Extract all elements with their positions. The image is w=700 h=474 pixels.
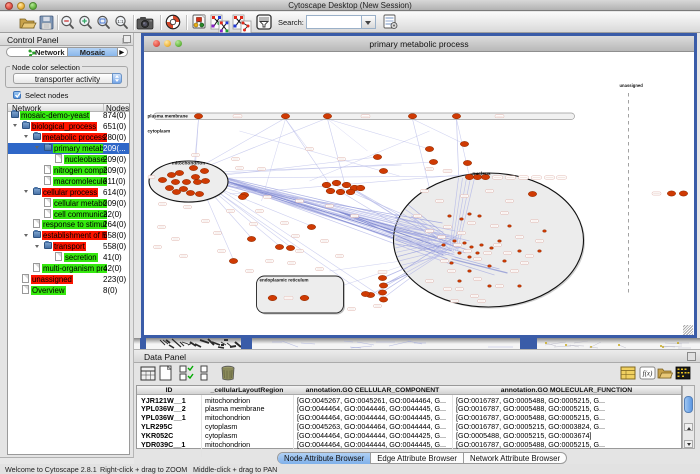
svg-text:endoplasmic reticulum: endoplasmic reticulum	[260, 278, 309, 283]
svg-text:nucleus: nucleus	[472, 171, 490, 177]
svg-text:1:1: 1:1	[117, 19, 124, 24]
svg-text:cytoplasm: cytoplasm	[148, 129, 171, 134]
svg-text:plasma membrane: plasma membrane	[148, 114, 189, 119]
svg-text:f(x): f(x)	[643, 370, 653, 378]
svg-text:mitochondrion: mitochondrion	[172, 161, 206, 167]
svg-text:unassigned: unassigned	[620, 83, 644, 88]
